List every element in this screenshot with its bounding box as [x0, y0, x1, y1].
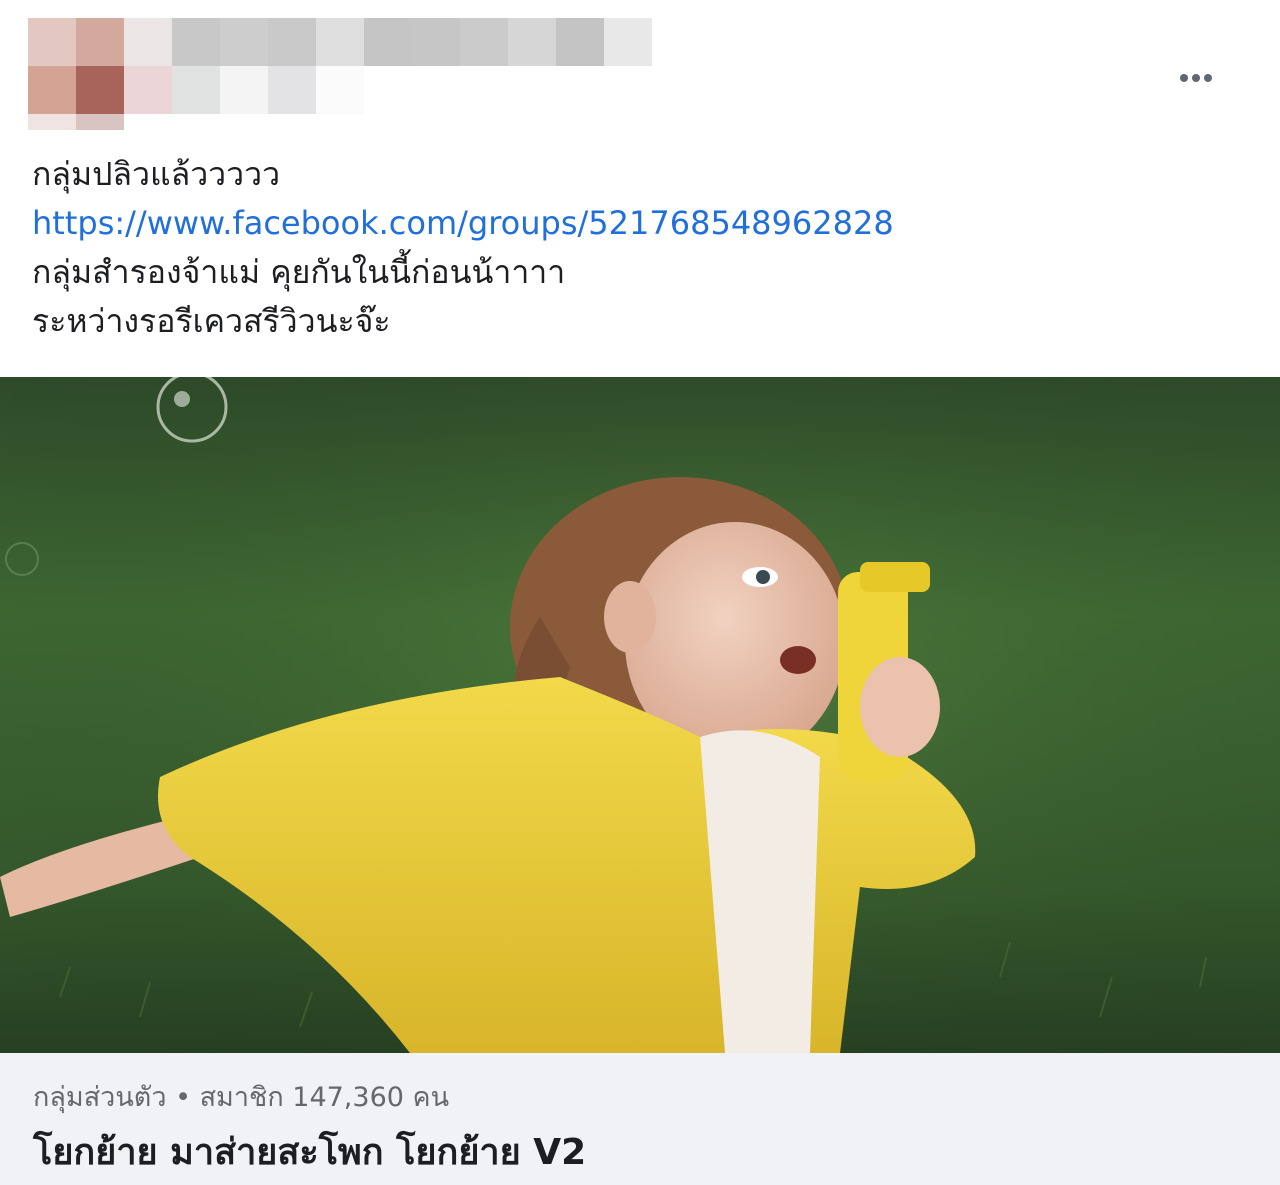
author-blurred-area[interactable] — [28, 18, 653, 130]
link-preview-image[interactable] — [0, 377, 1280, 1053]
group-title[interactable]: โยกย้าย มาส่ายสะโพก โยกย้าย V2 — [33, 1123, 586, 1180]
group-meta: กลุ่มส่วนตัว • สมาชิก 147,360 คน — [33, 1082, 450, 1113]
post-text-line: ระหว่างรอรีเควสรีวิวนะจ๊ะ — [32, 302, 391, 340]
post-card: กลุ่มปลิวแล้ววววว https://www.facebook.c… — [0, 0, 1280, 1185]
more-horizontal-icon — [1178, 56, 1214, 89]
link-preview-footer[interactable]: กลุ่มส่วนตัว • สมาชิก 147,360 คน โยกย้าย… — [0, 1053, 1280, 1185]
post-text-line: กลุ่มสำรองจ้าแม่ คุยกันในนี้ก่อนน้าาาา — [32, 253, 566, 291]
post-text-line: กลุ่มปลิวแล้ววววว — [32, 155, 281, 193]
post-message: กลุ่มปลิวแล้ววววว https://www.facebook.c… — [32, 150, 1232, 346]
group-link[interactable]: https://www.facebook.com/groups/52176854… — [32, 199, 1232, 248]
more-options-button[interactable] — [1174, 58, 1218, 86]
